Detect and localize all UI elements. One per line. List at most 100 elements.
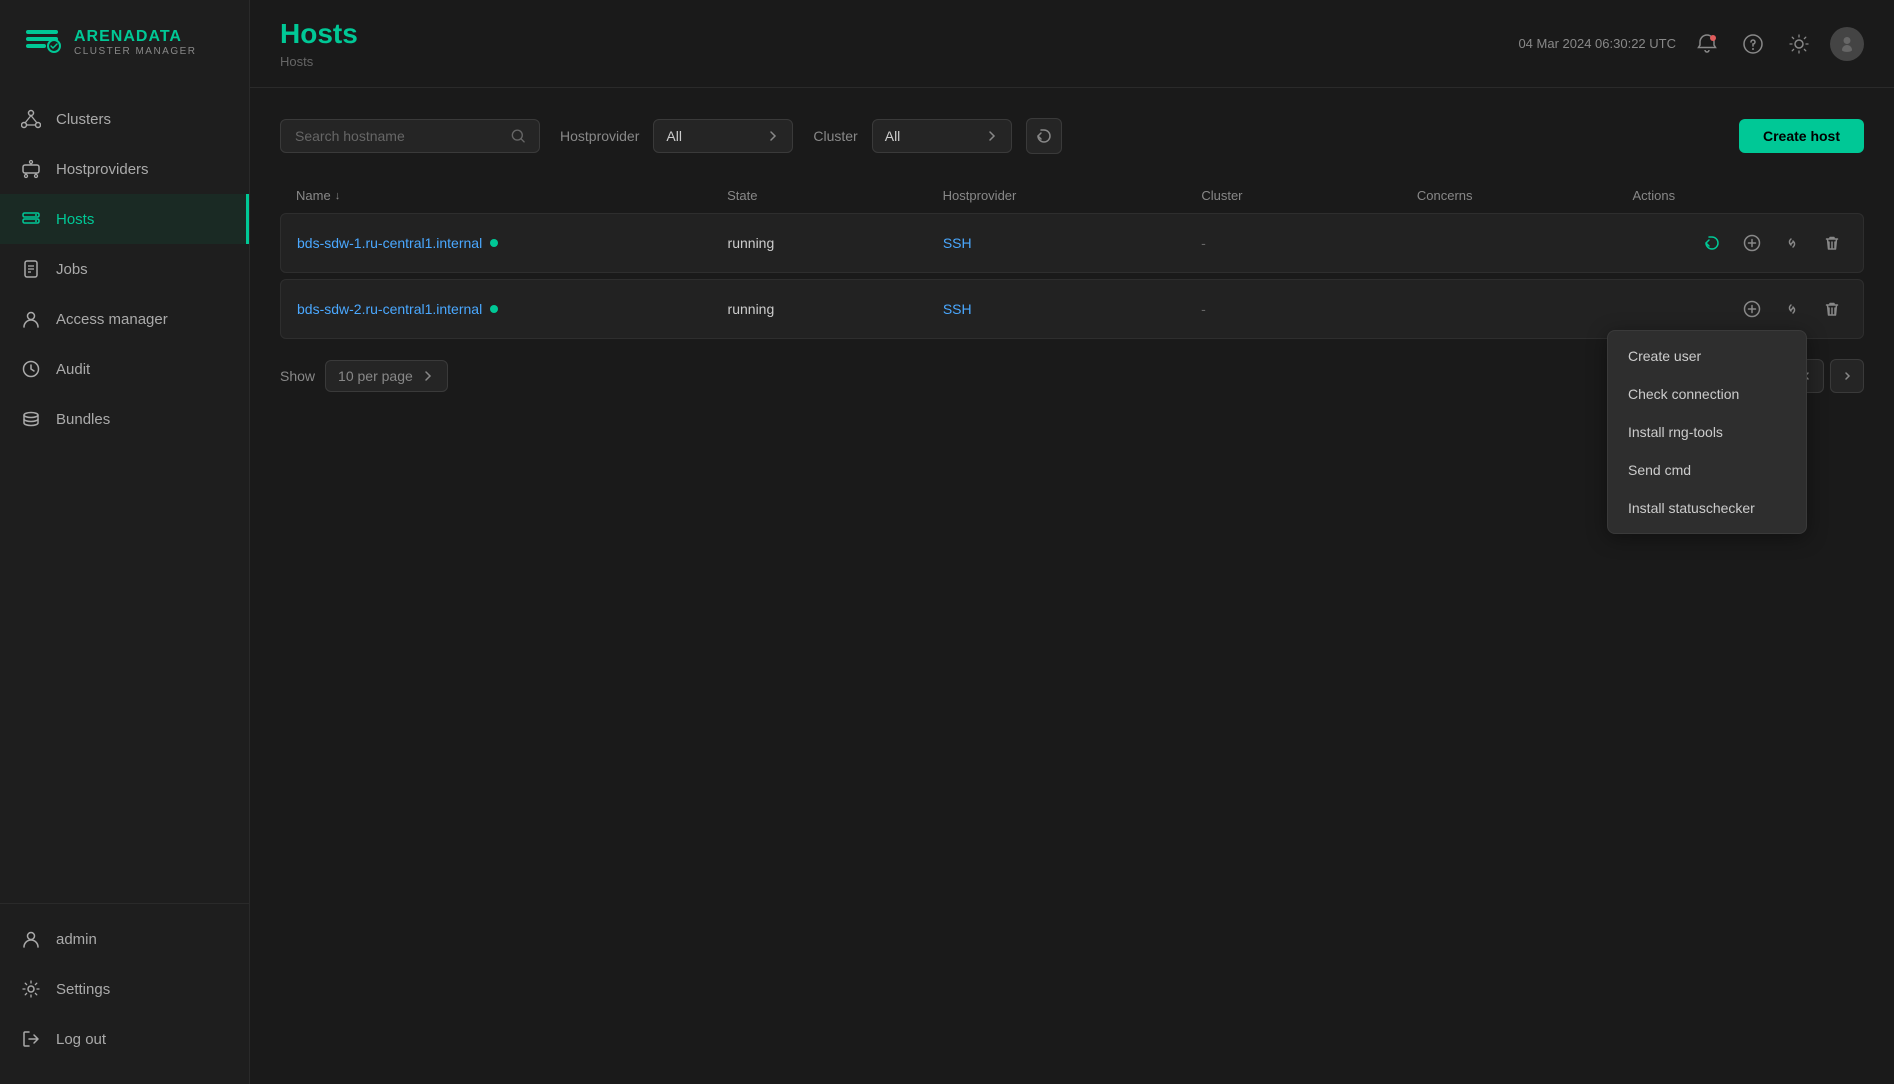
context-menu-check-connection[interactable]: Check connection <box>1608 375 1806 413</box>
main-content: Hosts Hosts 04 Mar 2024 06:30:22 UTC <box>250 0 1894 1084</box>
state-2: running <box>728 301 943 317</box>
sidebar-item-logout-label: Log out <box>56 1031 106 1048</box>
host-name-2-text: bds-sdw-2.ru-central1.internal <box>297 301 482 317</box>
show-label: Show <box>280 368 315 384</box>
notifications-icon[interactable] <box>1692 29 1722 59</box>
user-avatar[interactable] <box>1830 27 1864 61</box>
context-menu-install-statuschecker[interactable]: Install statuschecker <box>1608 489 1806 527</box>
hostprovider-value: All <box>666 128 682 144</box>
hosts-table: Name ↓ State Hostprovider Cluster Concer… <box>280 178 1864 339</box>
table-row: bds-sdw-1.ru-central1.internal running S… <box>280 213 1864 273</box>
host-name-2[interactable]: bds-sdw-2.ru-central1.internal <box>297 301 728 317</box>
sidebar-item-audit-label: Audit <box>56 361 90 378</box>
logout-icon <box>20 1028 42 1050</box>
cluster-1: - <box>1201 235 1416 251</box>
header: Hosts Hosts 04 Mar 2024 06:30:22 UTC <box>250 0 1894 88</box>
sidebar-item-bundles-label: Bundles <box>56 411 110 428</box>
sidebar-item-admin[interactable]: admin <box>0 914 249 964</box>
col-state: State <box>727 188 943 203</box>
sidebar-item-audit[interactable]: Audit <box>0 344 249 394</box>
host-name-1-text: bds-sdw-1.ru-central1.internal <box>297 235 482 251</box>
context-menu-create-user[interactable]: Create user <box>1608 337 1806 375</box>
hostprovider-label: Hostprovider <box>560 128 639 144</box>
refresh-icon-1[interactable] <box>1697 228 1727 258</box>
sort-icon[interactable]: ↓ <box>335 190 341 202</box>
delete-icon-1[interactable] <box>1817 228 1847 258</box>
sidebar-item-access-manager[interactable]: Access manager <box>0 294 249 344</box>
settings-icon <box>20 978 42 1000</box>
sidebar-item-settings[interactable]: Settings <box>0 964 249 1014</box>
add-icon-1[interactable] <box>1737 228 1767 258</box>
admin-icon <box>20 928 42 950</box>
breadcrumb: Hosts <box>280 54 358 69</box>
cluster-filter[interactable]: All <box>872 119 1012 153</box>
sidebar-item-jobs[interactable]: Jobs <box>0 244 249 294</box>
hostprovider-2[interactable]: SSH <box>943 301 1201 317</box>
col-name: Name ↓ <box>296 188 727 203</box>
search-box[interactable] <box>280 119 540 153</box>
col-hostprovider: Hostprovider <box>943 188 1202 203</box>
chevron-right-icon-3 <box>421 369 435 383</box>
logo-area[interactable]: ARENADATA CLUSTER MANAGER <box>0 0 249 84</box>
bundles-icon <box>20 408 42 430</box>
datetime: 04 Mar 2024 06:30:22 UTC <box>1518 36 1676 51</box>
search-input[interactable] <box>295 128 503 144</box>
reset-button[interactable] <box>1026 118 1062 154</box>
header-right: 04 Mar 2024 06:30:22 UTC <box>1518 27 1864 61</box>
app-name: ARENADATA <box>74 28 197 46</box>
create-host-button[interactable]: Create host <box>1739 119 1864 153</box>
audit-icon <box>20 358 42 380</box>
sidebar-item-bundles[interactable]: Bundles <box>0 394 249 444</box>
hostprovider-filter[interactable]: All <box>653 119 793 153</box>
sidebar-item-hostproviders[interactable]: Hostproviders <box>0 144 249 194</box>
jobs-icon <box>20 258 42 280</box>
cluster-label: Cluster <box>813 128 857 144</box>
header-left: Hosts Hosts <box>280 18 358 69</box>
page-title: Hosts <box>280 18 358 50</box>
sidebar-item-clusters[interactable]: Clusters <box>0 94 249 144</box>
theme-icon[interactable] <box>1784 29 1814 59</box>
logo-icon <box>20 20 64 64</box>
hostproviders-icon <box>20 158 42 180</box>
table-header: Name ↓ State Hostprovider Cluster Concer… <box>280 178 1864 213</box>
add-icon-2[interactable] <box>1737 294 1767 324</box>
host-name-1[interactable]: bds-sdw-1.ru-central1.internal <box>297 235 728 251</box>
help-icon[interactable] <box>1738 29 1768 59</box>
hosts-icon <box>20 208 42 230</box>
hostprovider-1[interactable]: SSH <box>943 235 1201 251</box>
cluster-value: All <box>885 128 901 144</box>
toolbar: Hostprovider All Cluster All <box>280 118 1864 154</box>
status-dot-2 <box>490 305 498 313</box>
show-area: Show 10 per page <box>280 360 448 392</box>
col-concerns: Concerns <box>1417 188 1633 203</box>
sidebar-item-jobs-label: Jobs <box>56 261 88 278</box>
per-page-value: 10 per page <box>338 368 413 384</box>
content-area: Hostprovider All Cluster All <box>250 88 1894 1084</box>
sidebar-item-admin-label: admin <box>56 931 97 948</box>
sidebar: ARENADATA CLUSTER MANAGER Clusters <box>0 0 250 1084</box>
sidebar-item-settings-label: Settings <box>56 981 110 998</box>
table-row: bds-sdw-2.ru-central1.internal running S… <box>280 279 1864 339</box>
cluster-2: - <box>1201 301 1416 317</box>
sidebar-item-logout[interactable]: Log out <box>0 1014 249 1064</box>
next-page-button[interactable] <box>1830 359 1864 393</box>
col-actions: Actions <box>1632 188 1848 203</box>
nav-items: Clusters Hostproviders <box>0 84 249 903</box>
sidebar-item-hosts-label: Hosts <box>56 211 94 228</box>
col-cluster: Cluster <box>1201 188 1417 203</box>
clusters-icon <box>20 108 42 130</box>
access-manager-icon <box>20 308 42 330</box>
link-icon-2[interactable] <box>1777 294 1807 324</box>
per-page-select[interactable]: 10 per page <box>325 360 448 392</box>
actions-1 <box>1632 228 1847 258</box>
state-1: running <box>728 235 943 251</box>
app-subtitle: CLUSTER MANAGER <box>74 46 197 57</box>
search-icon <box>511 128 525 144</box>
context-menu-install-rng-tools[interactable]: Install rng-tools <box>1608 413 1806 451</box>
context-menu-send-cmd[interactable]: Send cmd <box>1608 451 1806 489</box>
actions-2: Create user Check connection Install rng… <box>1632 294 1847 324</box>
link-icon-1[interactable] <box>1777 228 1807 258</box>
delete-icon-2[interactable] <box>1817 294 1847 324</box>
sidebar-item-hosts[interactable]: Hosts <box>0 194 249 244</box>
context-menu: Create user Check connection Install rng… <box>1607 330 1807 534</box>
